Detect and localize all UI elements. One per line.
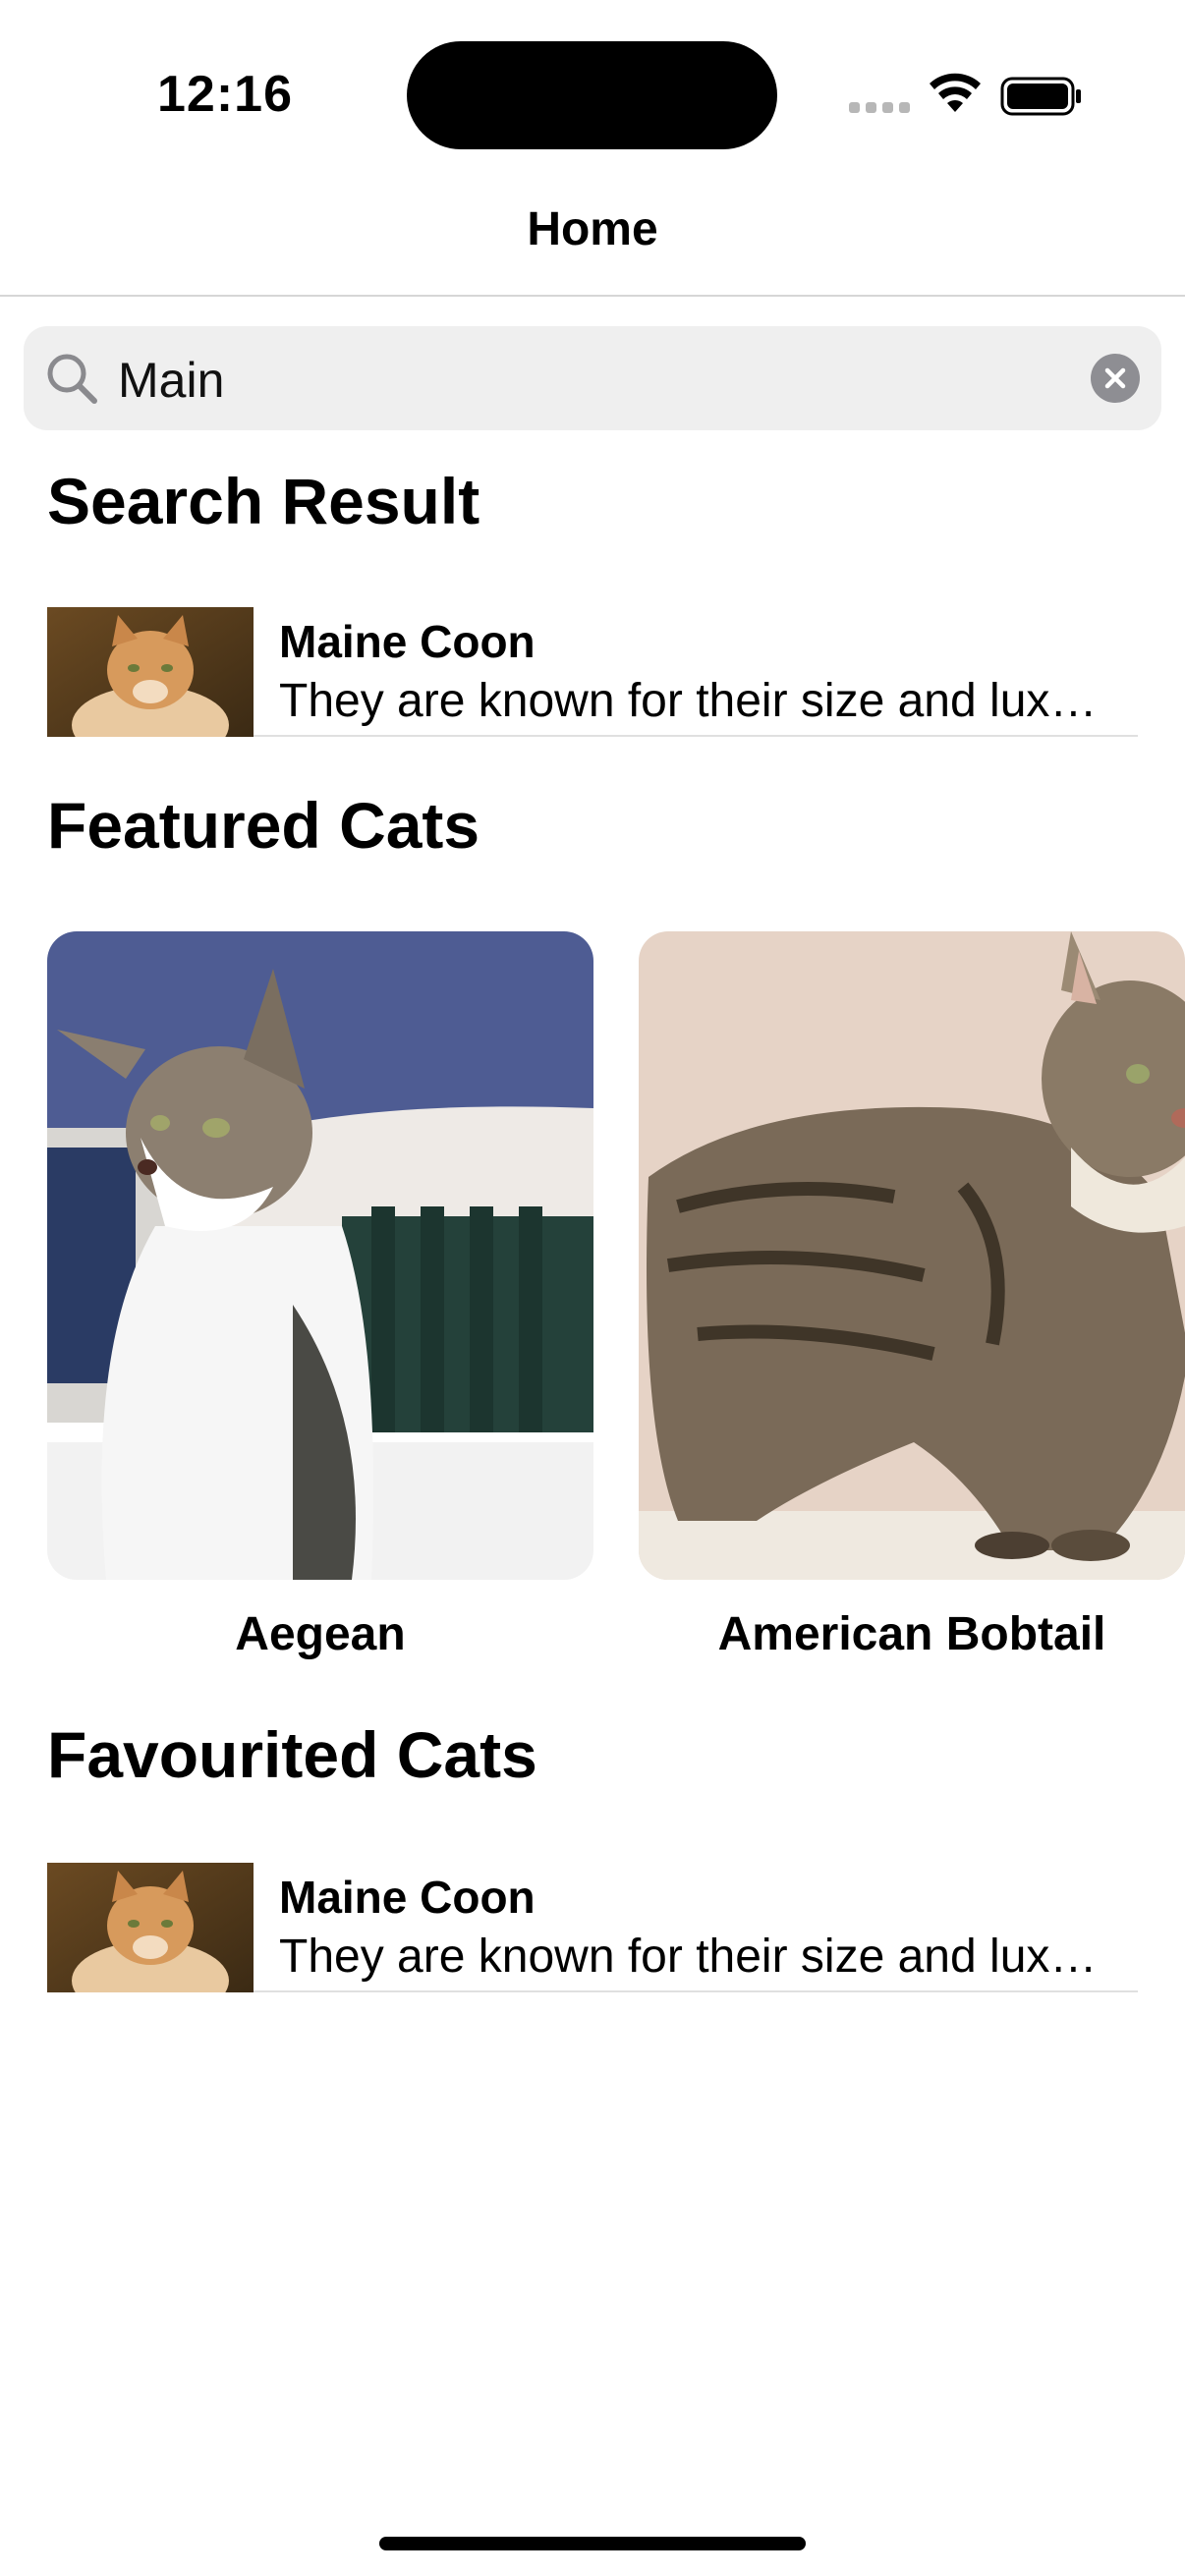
featured-cat-name: Aegean xyxy=(235,1608,406,1660)
cat-thumbnail xyxy=(47,1863,254,1992)
home-indicator[interactable] xyxy=(379,2537,806,2550)
nav-divider xyxy=(0,295,1185,297)
cat-thumbnail xyxy=(47,607,254,737)
dynamic-island xyxy=(407,41,777,149)
cat-name: Maine Coon xyxy=(279,616,536,667)
section-title-search-result: Search Result xyxy=(47,465,480,537)
page-title: Home xyxy=(527,203,658,255)
search-icon xyxy=(47,354,97,404)
search-input[interactable]: Main xyxy=(118,352,224,409)
section-title-featured: Featured Cats xyxy=(47,789,480,862)
cat-description: They are known for their size and lux… xyxy=(279,675,1098,727)
battery-icon xyxy=(1000,77,1081,116)
wifi-icon xyxy=(930,73,981,112)
section-title-favourited: Favourited Cats xyxy=(47,1718,537,1791)
cat-name: Maine Coon xyxy=(279,1872,536,1923)
clear-search-button[interactable] xyxy=(1091,354,1140,403)
favourite-row[interactable]: Maine Coon They are known for their size… xyxy=(47,1863,1138,1992)
featured-cat-name: American Bobtail xyxy=(717,1608,1106,1660)
clear-icon xyxy=(1104,367,1126,389)
cat-description: They are known for their size and lux… xyxy=(279,1931,1098,1983)
cat-photo xyxy=(639,931,1185,1580)
search-result-row[interactable]: Maine Coon They are known for their size… xyxy=(47,607,1138,737)
row-separator xyxy=(254,1990,1138,1992)
row-separator xyxy=(254,735,1138,737)
status-bar: 12:16 xyxy=(0,0,1185,177)
cat-photo xyxy=(47,931,593,1580)
signal-icon xyxy=(849,102,910,113)
status-time: 12:16 xyxy=(157,66,293,123)
search-bar[interactable]: Main xyxy=(24,326,1161,430)
